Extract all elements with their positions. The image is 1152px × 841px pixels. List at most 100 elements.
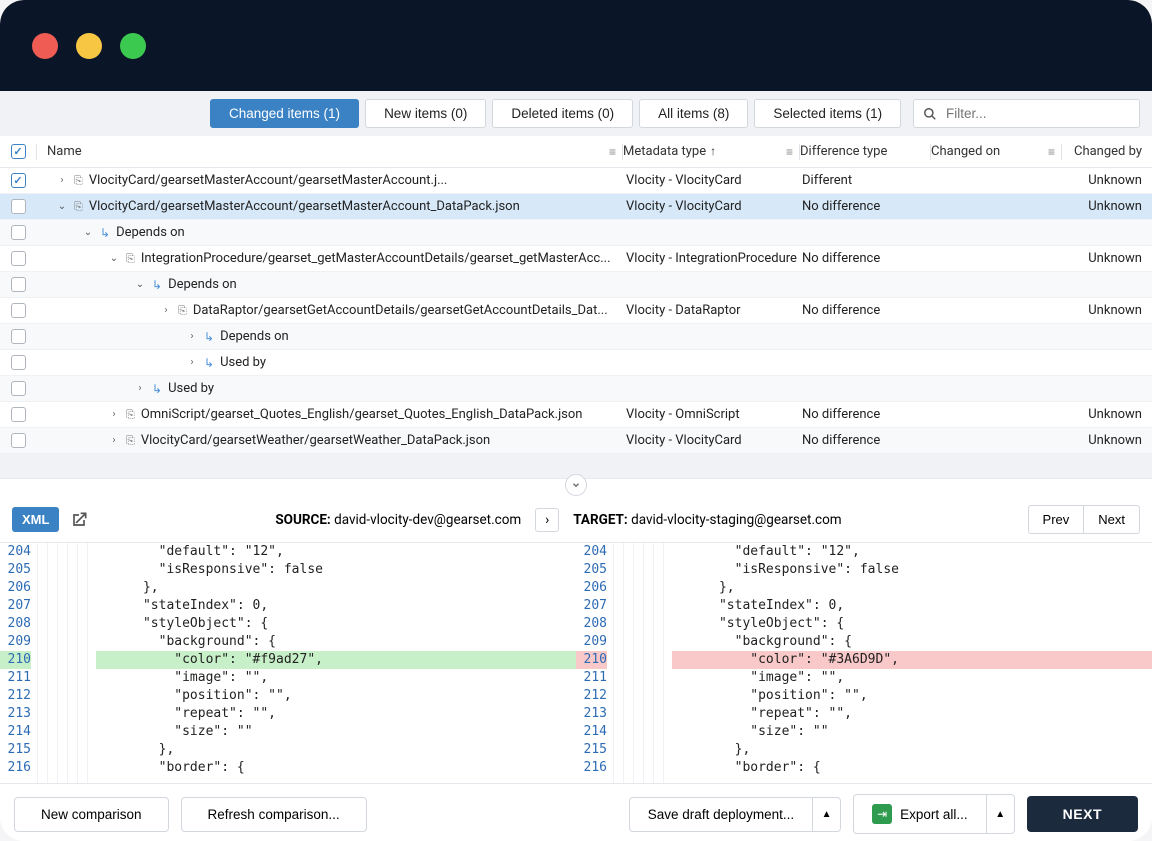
dependency-arrow-icon: ↳ xyxy=(204,356,214,370)
table-row[interactable]: ›⎘DataRaptor/gearsetGetAccountDetails/ge… xyxy=(0,298,1152,324)
tab-new-items[interactable]: New items (0) xyxy=(365,99,486,128)
code-content[interactable]: "default": "12", "isResponsive": false }… xyxy=(88,543,576,783)
row-diff-type: No difference xyxy=(802,303,932,318)
tab-changed-items[interactable]: Changed items (1) xyxy=(210,99,359,128)
row-name-text: Used by xyxy=(220,355,266,370)
target-label: TARGET: david-vlocity-staging@gearset.co… xyxy=(573,512,841,528)
row-diff-type: No difference xyxy=(802,407,932,422)
content-area: Changed items (1) New items (0) Deleted … xyxy=(0,91,1152,841)
save-draft-deployment-button[interactable]: Save draft deployment... xyxy=(629,797,813,832)
export-icon: ⇥ xyxy=(872,804,892,824)
select-all-checkbox[interactable] xyxy=(11,144,26,159)
tab-deleted-items[interactable]: Deleted items (0) xyxy=(492,99,633,128)
table-row[interactable]: › ⎘ VlocityCard/gearsetMasterAccount/gears… xyxy=(0,168,1152,194)
refresh-comparison-button[interactable]: Refresh comparison... xyxy=(181,797,367,832)
chevron-right-icon[interactable]: › xyxy=(134,383,146,394)
new-comparison-button[interactable]: New comparison xyxy=(14,797,169,832)
chevron-right-icon[interactable]: › xyxy=(108,435,120,446)
prev-diff-button[interactable]: Prev xyxy=(1028,505,1084,534)
search-container xyxy=(913,99,1140,128)
filter-input[interactable] xyxy=(913,99,1140,128)
row-checkbox[interactable] xyxy=(11,433,26,448)
chevron-down-icon[interactable]: ⌄ xyxy=(56,201,68,212)
table-row[interactable]: ›↳Used by xyxy=(0,376,1152,402)
chevron-down-icon[interactable]: ⌄ xyxy=(108,253,120,264)
table-row[interactable]: ⌄⎘IntegrationProcedure/gearset_getMaster… xyxy=(0,246,1152,272)
dependency-arrow-icon: ↳ xyxy=(204,330,214,344)
chevron-down-icon[interactable]: ⌄ xyxy=(82,227,94,238)
row-name-text: Depends on xyxy=(168,277,237,292)
row-checkbox[interactable] xyxy=(11,381,26,396)
chevron-right-icon[interactable]: › xyxy=(186,357,198,368)
code-content[interactable]: "default": "12", "isResponsive": false }… xyxy=(664,543,1152,783)
row-metadata-type: Vlocity - VlocityCard xyxy=(626,199,802,214)
row-diff-type: Different xyxy=(802,173,932,188)
share-icon[interactable] xyxy=(69,510,89,530)
next-button[interactable]: NEXT xyxy=(1027,796,1138,832)
line-number-gutter: 204205206207208209210211212213214215216 xyxy=(576,543,614,783)
row-metadata-type: Vlocity - VlocityCard xyxy=(626,173,802,188)
app-window: Changed items (1) New items (0) Deleted … xyxy=(0,0,1152,841)
export-all-caret[interactable]: ▲ xyxy=(987,794,1015,834)
column-metadata-header[interactable]: Metadata type↑ xyxy=(623,144,716,159)
line-number-gutter: 204205206207208209210211212213214215216 xyxy=(0,543,38,783)
row-checkbox[interactable] xyxy=(11,303,26,318)
file-icon: ⎘ xyxy=(126,434,135,448)
save-draft-caret[interactable]: ▲ xyxy=(813,797,841,832)
next-diff-button[interactable]: Next xyxy=(1083,505,1140,534)
row-checkbox[interactable] xyxy=(11,407,26,422)
chevron-right-icon[interactable]: › xyxy=(186,331,198,342)
chevron-right-icon[interactable]: › xyxy=(108,409,120,420)
export-all-button[interactable]: ⇥ Export all... xyxy=(853,794,987,834)
tab-selected-items[interactable]: Selected items (1) xyxy=(754,99,901,128)
row-checkbox[interactable] xyxy=(11,199,26,214)
row-checkbox[interactable] xyxy=(11,329,26,344)
row-checkbox[interactable] xyxy=(11,251,26,266)
row-name-text: IntegrationProcedure/gearset_getMasterAc… xyxy=(141,251,611,266)
row-checkbox[interactable] xyxy=(11,225,26,240)
column-changed-by-header[interactable]: Changed by xyxy=(1062,144,1152,159)
table-row[interactable]: ⌄ ↳ Depends on xyxy=(0,272,1152,298)
source-label: SOURCE: david-vlocity-dev@gearset.com xyxy=(275,512,521,528)
swap-source-target-button[interactable]: › xyxy=(535,508,559,532)
file-icon: ⎘ xyxy=(74,174,83,188)
tabs: Changed items (1) New items (0) Deleted … xyxy=(210,99,901,128)
row-checkbox[interactable] xyxy=(11,355,26,370)
diff-resize-handle[interactable] xyxy=(0,479,1152,497)
table-row[interactable]: ⌄⎘VlocityCard/gearsetMasterAccount/gears… xyxy=(0,194,1152,220)
dependency-arrow-icon: ↳ xyxy=(152,278,162,292)
row-changed-by: Unknown xyxy=(1062,433,1152,448)
minimize-window-button[interactable] xyxy=(76,33,102,59)
column-diff-header[interactable]: Difference type xyxy=(800,144,887,159)
titlebar xyxy=(0,0,1152,91)
table-row[interactable]: ⌄↳Depends on xyxy=(0,220,1152,246)
row-checkbox[interactable] xyxy=(11,173,26,188)
row-changed-by: Unknown xyxy=(1062,251,1152,266)
row-name-text: VlocityCard/gearsetMasterAccount/gearset… xyxy=(89,173,448,188)
column-menu-icon[interactable]: ≡ xyxy=(1046,143,1057,161)
chevron-right-icon[interactable]: › xyxy=(160,305,172,316)
chevron-down-icon[interactable]: ⌄ xyxy=(134,279,146,290)
table-row[interactable]: ›⎘VlocityCard/gearsetWeather/gearsetWeat… xyxy=(0,428,1152,454)
table-row[interactable]: ›↳Depends on xyxy=(0,324,1152,350)
column-changed-on-header[interactable]: Changed on xyxy=(931,144,1000,159)
chevron-down-icon[interactable] xyxy=(565,474,587,496)
column-name-header[interactable]: Name xyxy=(47,144,82,159)
tab-all-items[interactable]: All items (8) xyxy=(639,99,748,128)
close-window-button[interactable] xyxy=(32,33,58,59)
row-name-text: OmniScript/gearset_Quotes_English/gearse… xyxy=(141,407,583,422)
row-checkbox[interactable] xyxy=(11,277,26,292)
dependency-arrow-icon: ↳ xyxy=(100,226,110,240)
maximize-window-button[interactable] xyxy=(120,33,146,59)
chevron-right-icon[interactable]: › xyxy=(56,175,68,186)
table-row[interactable]: › ⎘ OmniScript/gearset_Quotes_English/gear… xyxy=(0,402,1152,428)
table-header: Name ≡ Metadata type↑ ≡ Difference type … xyxy=(0,136,1152,168)
table-row[interactable]: › ↳ Used by xyxy=(0,350,1152,376)
xml-toggle-button[interactable]: XML xyxy=(12,507,59,532)
file-icon: ⎘ xyxy=(126,408,135,422)
row-changed-by: Unknown xyxy=(1062,407,1152,422)
column-menu-icon[interactable]: ≡ xyxy=(784,143,795,161)
row-metadata-type: Vlocity - VlocityCard xyxy=(626,433,802,448)
row-changed-by: Unknown xyxy=(1062,173,1152,188)
column-menu-icon[interactable]: ≡ xyxy=(607,143,618,161)
